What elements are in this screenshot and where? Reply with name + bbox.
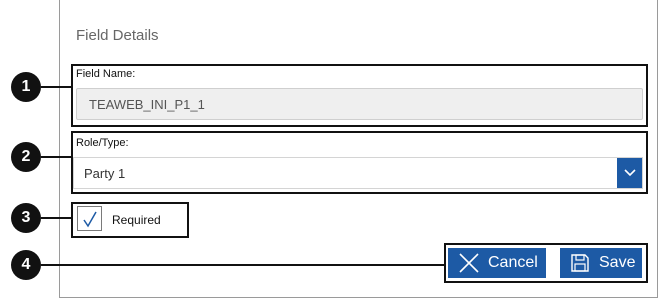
field-name-input[interactable]: TEAWEB_INI_P1_1 [76, 88, 643, 120]
callout-3: 3 [11, 203, 41, 233]
role-type-selected-value: Party 1 [84, 166, 126, 181]
callout-4: 4 [11, 250, 41, 280]
close-icon [458, 253, 480, 273]
callout-1: 1 [11, 72, 41, 102]
role-type-select[interactable]: Party 1 [73, 157, 643, 189]
callout-3-leader [41, 217, 72, 219]
required-checkbox[interactable] [77, 206, 102, 231]
cancel-button[interactable]: Cancel [448, 248, 546, 278]
chevron-down-icon[interactable] [617, 158, 642, 188]
dialog-title: Field Details [76, 27, 159, 44]
save-button-label: Save [599, 254, 636, 271]
cancel-button-label: Cancel [488, 254, 538, 271]
required-label: Required [112, 213, 161, 227]
save-button[interactable]: Save [560, 248, 642, 278]
role-type-label: Role/Type: [76, 137, 129, 149]
field-name-value: TEAWEB_INI_P1_1 [89, 96, 205, 112]
callout-2: 2 [11, 142, 41, 172]
callout-2-leader [41, 156, 72, 158]
floppy-disk-icon [569, 253, 591, 273]
checkmark-icon [82, 210, 98, 228]
callout-1-leader [41, 86, 72, 88]
callout-4-leader [41, 264, 445, 266]
field-name-label: Field Name: [76, 68, 136, 80]
